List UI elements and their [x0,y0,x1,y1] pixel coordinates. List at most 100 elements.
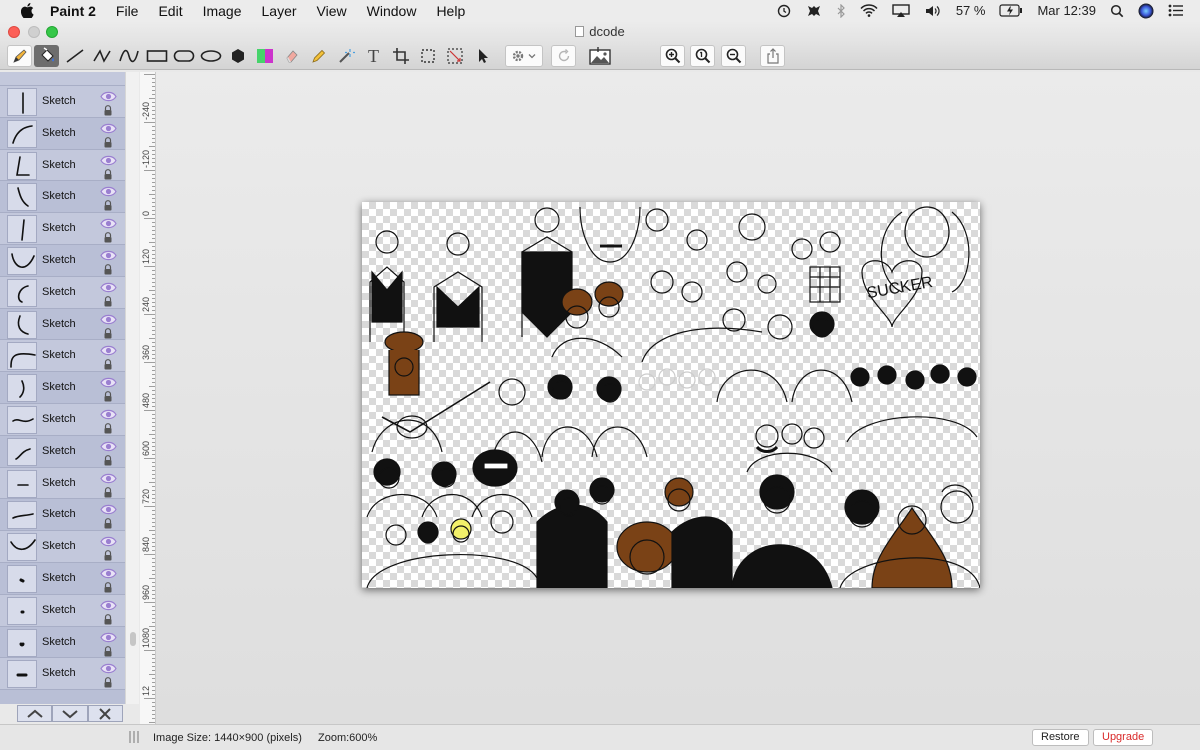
spotlight-search-icon[interactable] [1110,4,1124,18]
lock-icon[interactable] [103,263,113,278]
layer-row[interactable]: Sketch [0,594,125,628]
pointer-tool-icon[interactable] [470,45,495,67]
rectangle-tool-icon[interactable] [144,45,169,67]
siri-icon[interactable] [1138,3,1154,19]
eye-visibility-icon[interactable] [100,154,117,169]
lock-icon[interactable] [103,168,113,183]
file-menu[interactable]: File [116,3,139,19]
line-tool-icon[interactable] [62,45,87,67]
eye-visibility-icon[interactable] [100,662,117,677]
eye-visibility-icon[interactable] [100,344,117,359]
layer-row[interactable]: Sketch [0,436,125,468]
help-menu[interactable]: Help [436,3,465,19]
magic-wand-tool-icon[interactable] [333,45,358,67]
share-icon[interactable] [760,45,785,67]
notification-center-icon[interactable] [1168,4,1184,17]
eye-visibility-icon[interactable] [100,408,117,423]
eye-visibility-icon[interactable] [100,122,117,137]
move-layer-up-button[interactable] [17,705,53,722]
pencil-tool-icon[interactable] [306,45,331,67]
layer-row[interactable]: Sketch [0,531,125,563]
eye-visibility-icon[interactable] [100,249,117,264]
eye-visibility-icon[interactable] [100,440,117,455]
canvas-area[interactable]: SUCKER [156,72,1200,724]
zoom-out-icon[interactable] [721,45,746,67]
eye-visibility-icon[interactable] [100,90,117,105]
curve-tool-icon[interactable] [116,45,141,67]
layer-row[interactable]: Sketch [0,149,125,183]
refresh-icon[interactable] [551,45,576,67]
layer-row[interactable]: Sketch [0,467,125,501]
pen-tool-icon[interactable] [7,45,32,67]
layer-row[interactable]: Sketch [0,181,125,214]
app-extension-icon[interactable] [806,4,822,18]
lock-icon[interactable] [103,231,113,246]
layer-row[interactable]: Sketch [0,118,125,150]
upgrade-button[interactable]: Upgrade [1093,729,1154,746]
eye-visibility-icon[interactable] [100,472,117,487]
layers-scrollbar[interactable] [125,72,139,704]
eye-visibility-icon[interactable] [100,313,117,328]
text-tool-icon[interactable]: T [361,45,386,67]
delete-layer-button[interactable] [87,705,123,722]
eye-visibility-icon[interactable] [100,631,117,646]
time-machine-icon[interactable] [776,4,792,18]
image-picture-icon[interactable] [586,45,614,67]
rect-select-tool-icon[interactable] [415,45,440,67]
view-menu[interactable]: View [317,3,347,19]
lock-icon[interactable] [103,676,113,691]
lock-icon[interactable] [103,581,113,596]
layer-row[interactable]: Sketch [0,213,125,245]
lock-icon[interactable] [103,422,113,437]
lock-icon[interactable] [103,358,113,373]
lock-icon[interactable] [103,613,113,628]
eye-visibility-icon[interactable] [100,185,117,200]
resize-grip-icon[interactable] [128,730,140,747]
polyline-tool-icon[interactable] [89,45,114,67]
ellipse-tool-icon[interactable] [198,45,223,67]
eye-visibility-icon[interactable] [100,599,117,614]
layer-row[interactable]: Sketch [0,563,125,595]
airplay-icon[interactable] [892,3,910,18]
eye-visibility-icon[interactable] [100,376,117,391]
layer-row[interactable]: Sketch [0,499,125,532]
bluetooth-icon[interactable] [836,3,846,18]
wifi-icon[interactable] [860,4,878,17]
layer-row[interactable]: Sketch [0,403,125,437]
crop-tool-icon[interactable] [388,45,413,67]
layer-row[interactable]: Sketch [0,245,125,277]
layer-row[interactable]: Sketch [0,309,125,341]
settings-gear-icon[interactable] [505,45,543,67]
lock-icon[interactable] [103,199,113,214]
lock-icon[interactable] [103,136,113,151]
image-canvas[interactable]: SUCKER [362,202,980,588]
battery-percent[interactable]: 57 % [956,3,986,18]
layer-row[interactable]: Sketch [0,372,125,404]
layer-row[interactable]: Sketch [0,340,125,373]
layer-row[interactable]: Sketch [0,658,125,691]
window-menu[interactable]: Window [367,3,417,19]
lock-icon[interactable] [103,295,113,310]
lock-icon[interactable] [103,645,113,660]
eye-visibility-icon[interactable] [100,503,117,518]
polygon-tool-icon[interactable] [225,45,250,67]
lock-icon[interactable] [103,517,113,532]
rounded-rectangle-tool-icon[interactable] [171,45,196,67]
clock[interactable]: Mar 12:39 [1037,3,1096,18]
apple-icon[interactable] [18,3,36,18]
lock-icon[interactable] [103,486,113,501]
lock-icon[interactable] [103,327,113,342]
zoom-actual-size-icon[interactable] [690,45,715,67]
app-menu[interactable]: Paint 2 [50,3,96,19]
eraser-tool-icon[interactable] [279,45,304,67]
layers-scrollbar-thumb[interactable] [130,632,136,646]
battery-icon[interactable] [999,4,1023,17]
layer-row[interactable]: Sketch [0,627,125,659]
fill-tool-icon[interactable] [34,45,59,67]
eye-visibility-icon[interactable] [100,535,117,550]
move-layer-down-button[interactable] [52,705,88,722]
image-menu[interactable]: Image [203,3,242,19]
lasso-select-tool-icon[interactable] [442,45,467,67]
layer-menu[interactable]: Layer [262,3,297,19]
color-swatch-icon[interactable] [252,45,277,67]
